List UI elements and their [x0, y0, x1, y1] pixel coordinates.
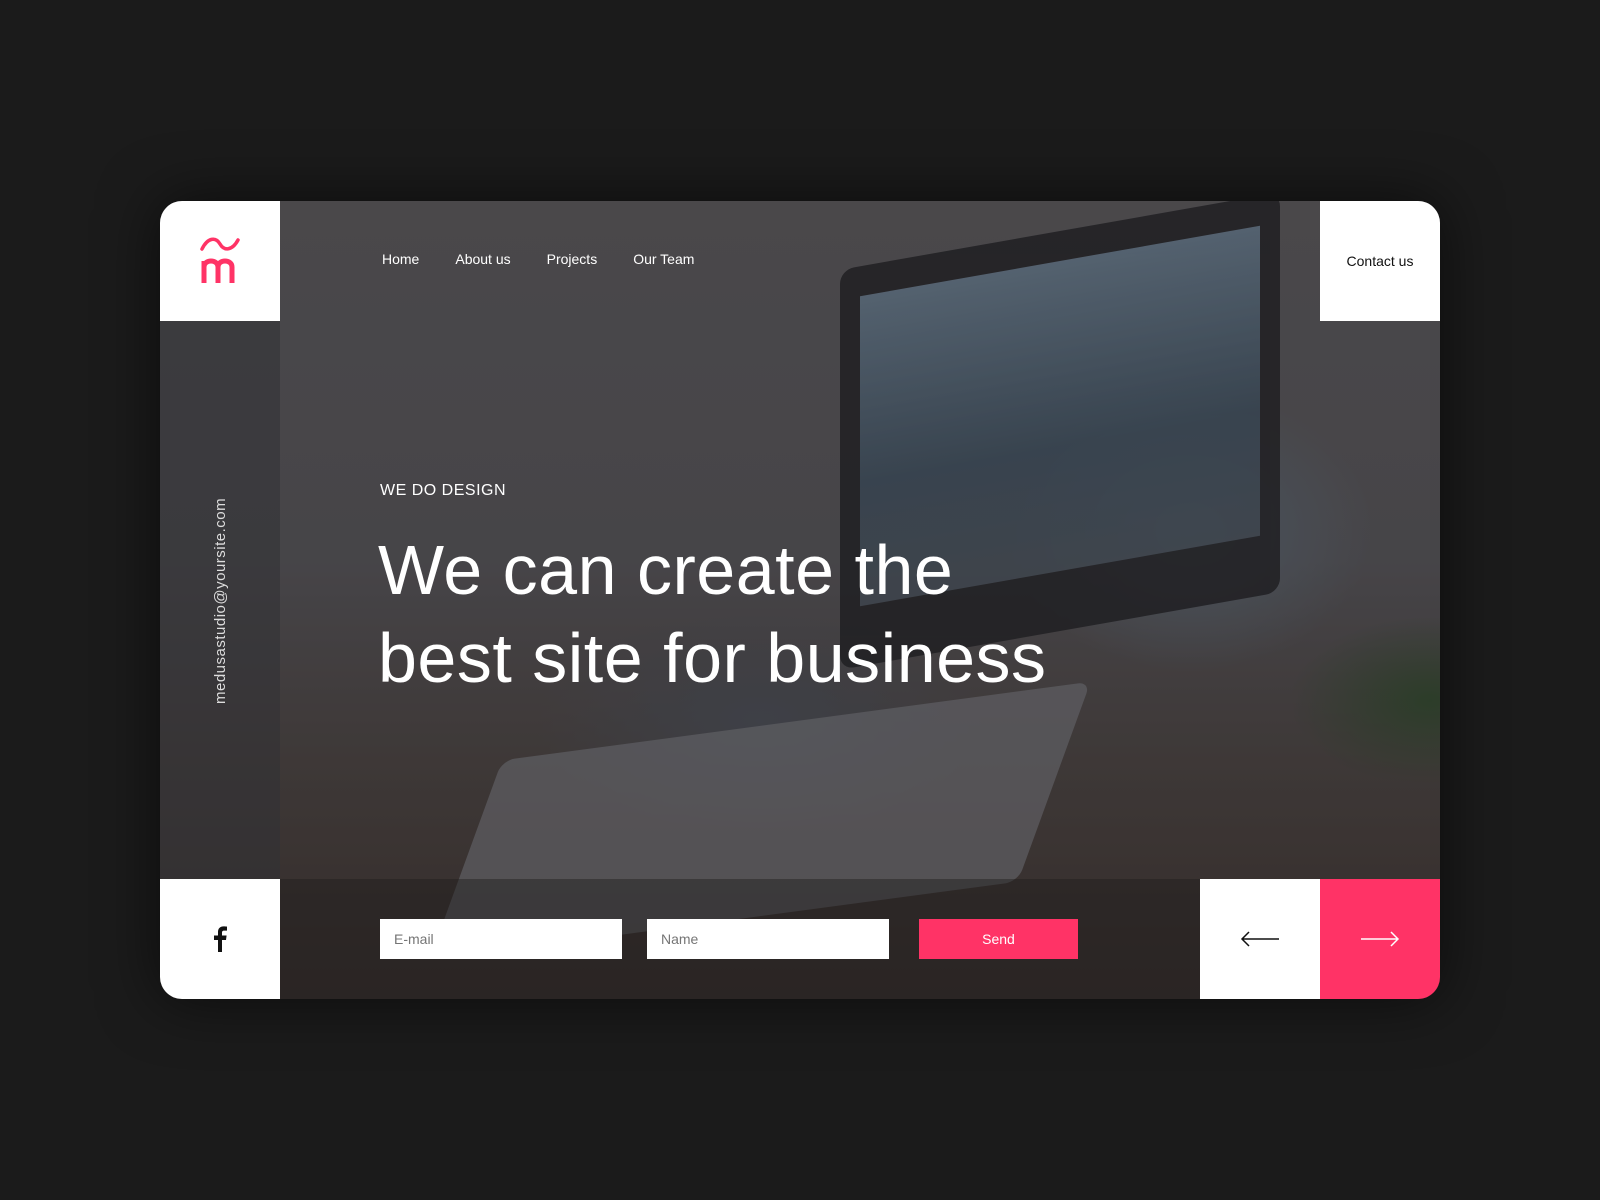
main-nav: Home About us Projects Our Team — [382, 251, 730, 267]
logo-icon — [200, 237, 240, 283]
previous-slide-button[interactable] — [1200, 879, 1320, 999]
hero-card: Home About us Projects Our Team Contact … — [160, 201, 1440, 999]
hero-eyebrow: WE DO DESIGN — [380, 482, 507, 499]
contact-us-button[interactable]: Contact us — [1320, 201, 1440, 321]
send-button[interactable]: Send — [919, 919, 1078, 959]
arrow-left-icon — [1240, 931, 1279, 947]
nav-about-us[interactable]: About us — [455, 251, 510, 267]
contact-email[interactable]: medusastudio@yoursite.com — [212, 498, 229, 704]
arrow-right-icon — [1361, 931, 1400, 947]
nav-home[interactable]: Home — [382, 251, 419, 267]
contact-us-label: Contact us — [1346, 253, 1414, 269]
facebook-icon — [214, 926, 227, 952]
facebook-button[interactable] — [160, 879, 280, 999]
nav-our-team[interactable]: Our Team — [633, 251, 694, 267]
hero-headline: We can create the best site for business — [378, 531, 1047, 697]
email-input[interactable] — [380, 919, 622, 959]
logo[interactable] — [160, 201, 280, 321]
name-input[interactable] — [647, 919, 889, 959]
nav-projects[interactable]: Projects — [547, 251, 598, 267]
next-slide-button[interactable] — [1320, 879, 1440, 999]
